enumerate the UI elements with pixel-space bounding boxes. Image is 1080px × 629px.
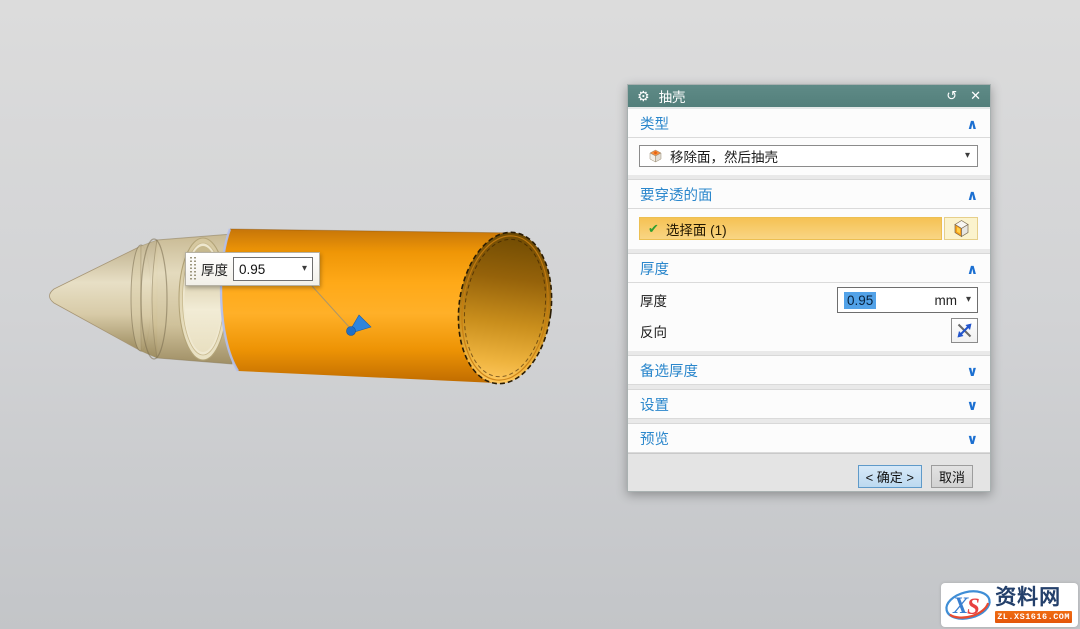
gear-icon: ⚙ bbox=[637, 89, 650, 103]
chevron-up-icon[interactable]: ∧ bbox=[967, 117, 978, 131]
watermark-logo: X S bbox=[944, 586, 992, 624]
thickness-input[interactable]: 0.95 mm ▾ bbox=[837, 287, 978, 313]
watermark-site-name: 资料网 bbox=[995, 587, 1072, 609]
section-header-type[interactable]: 类型 ∧ bbox=[628, 109, 990, 138]
shell-dialog: ⚙ 抽壳 ↺ ✕ 类型 ∧ 移除面，然后抽壳 ▾ bbox=[627, 84, 991, 492]
thickness-inline-value: 0.95 bbox=[239, 262, 265, 277]
chevron-down-icon[interactable]: ∨ bbox=[967, 364, 978, 378]
section-label-settings: 设置 bbox=[640, 394, 669, 415]
dialog-body: 类型 ∧ 移除面，然后抽壳 ▾ 要穿透的面 ∧ bbox=[628, 109, 990, 491]
dialog-footer: < 确定 > 取消 bbox=[628, 453, 990, 491]
chevron-down-icon[interactable]: ▾ bbox=[966, 295, 971, 305]
chevron-up-icon[interactable]: ∧ bbox=[967, 262, 978, 276]
viewport: 厚度 0.95 ▾ ⚙ 抽壳 ↺ ✕ 类型 ∧ bbox=[0, 0, 1080, 629]
watermark-logo-s: S bbox=[967, 594, 980, 619]
chevron-up-icon[interactable]: ∧ bbox=[967, 188, 978, 202]
reset-icon[interactable]: ↺ bbox=[946, 88, 957, 104]
onscreen-thickness-widget[interactable]: 厚度 0.95 ▾ bbox=[185, 252, 320, 286]
face-selection-row: ✔ 选择面 (1) bbox=[639, 217, 978, 240]
thickness-field-row: 厚度 0.95 mm ▾ bbox=[628, 283, 990, 316]
cancel-button[interactable]: 取消 bbox=[931, 465, 973, 488]
thickness-unit: mm bbox=[934, 293, 957, 308]
section-header-alternate-thickness[interactable]: 备选厚度 ∨ bbox=[628, 356, 990, 385]
dialog-title: 抽壳 bbox=[659, 86, 686, 106]
thickness-inline-field[interactable]: 0.95 ▾ bbox=[233, 257, 313, 281]
reverse-direction-label: 反向 bbox=[640, 321, 667, 341]
watermark: X S 资料网 ZL.XS1616.COM bbox=[941, 583, 1078, 627]
section-label-pierce-faces: 要穿透的面 bbox=[640, 184, 713, 205]
chevron-down-icon[interactable]: ∨ bbox=[967, 432, 978, 446]
watermark-site-url: ZL.XS1616.COM bbox=[995, 611, 1072, 623]
section-header-preview[interactable]: 预览 ∨ bbox=[628, 424, 990, 453]
face-filter-button[interactable] bbox=[944, 217, 978, 240]
section-header-thickness[interactable]: 厚度 ∧ bbox=[628, 254, 990, 283]
select-face-label: 选择面 (1) bbox=[666, 219, 727, 239]
section-label-preview: 预览 bbox=[640, 428, 669, 449]
reverse-direction-button[interactable] bbox=[951, 318, 978, 343]
dialog-titlebar[interactable]: ⚙ 抽壳 ↺ ✕ bbox=[628, 85, 990, 109]
section-header-settings[interactable]: 设置 ∨ bbox=[628, 390, 990, 419]
type-dropdown[interactable]: 移除面，然后抽壳 ▾ bbox=[639, 145, 978, 167]
reverse-direction-row: 反向 bbox=[628, 316, 990, 351]
type-dropdown-value: 移除面，然后抽壳 bbox=[670, 146, 778, 166]
select-face-field[interactable]: ✔ 选择面 (1) bbox=[639, 217, 942, 240]
chevron-down-icon[interactable]: ▾ bbox=[302, 264, 307, 274]
section-header-pierce-faces[interactable]: 要穿透的面 ∧ bbox=[628, 180, 990, 209]
drag-handle[interactable] bbox=[190, 257, 196, 281]
thickness-value: 0.95 bbox=[844, 292, 876, 309]
shell-type-icon bbox=[647, 148, 664, 164]
face-cube-icon bbox=[951, 218, 972, 239]
section-label-thickness: 厚度 bbox=[640, 258, 669, 279]
thickness-field-label: 厚度 bbox=[640, 290, 667, 310]
chevron-down-icon[interactable]: ∨ bbox=[967, 398, 978, 412]
reverse-direction-icon bbox=[955, 321, 974, 340]
section-label-type: 类型 bbox=[640, 113, 669, 134]
close-icon[interactable]: ✕ bbox=[970, 88, 981, 104]
thickness-inline-label: 厚度 bbox=[201, 259, 228, 279]
chevron-down-icon[interactable]: ▾ bbox=[965, 151, 970, 161]
check-icon: ✔ bbox=[648, 221, 659, 237]
section-label-alternate-thickness: 备选厚度 bbox=[640, 360, 698, 381]
ok-button[interactable]: < 确定 > bbox=[858, 465, 922, 488]
